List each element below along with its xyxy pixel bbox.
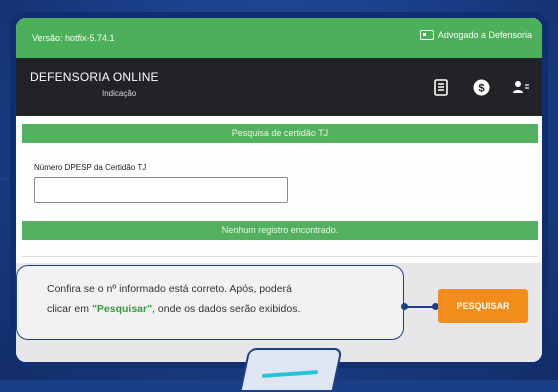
divider: [22, 256, 538, 257]
id-card-icon: [419, 30, 434, 40]
callout-connector-dot-left: [401, 303, 408, 310]
decorative-tab: [239, 348, 343, 392]
certidao-number-input[interactable]: [34, 177, 288, 203]
callout-line-1: Confira se o nº informado está correto. …: [47, 283, 292, 295]
brand-title: DEFENSORIA ONLINE: [30, 70, 159, 84]
svg-text:$: $: [478, 82, 484, 94]
lawyer-defensoria-link[interactable]: Advogado a Defensoria: [419, 30, 532, 40]
navbar: DEFENSORIA ONLINE Indicação $: [16, 58, 542, 116]
section-title-bar: Pesquisa de certidão TJ: [22, 124, 538, 143]
search-button[interactable]: PESQUISAR: [438, 289, 528, 323]
certidao-number-label: Número DPESP da Certidão TJ: [34, 163, 147, 172]
callout-line-2-prefix: clicar em: [47, 303, 92, 315]
callout-line-2-suffix: , onde os dados serão exibidos.: [152, 303, 301, 315]
lawyer-link-label: Advogado a Defensoria: [437, 30, 532, 40]
instruction-callout: Confira se o nº informado está correto. …: [16, 265, 404, 340]
user-switch-icon[interactable]: [512, 78, 530, 96]
version-label: Versão: hotfix-5.74.1: [32, 33, 115, 43]
section-title: Pesquisa de certidão TJ: [231, 128, 329, 138]
result-message: Nenhum registro encontrado.: [221, 225, 339, 235]
callout-line-2: clicar em "Pesquisar", onde os dados ser…: [47, 299, 403, 319]
result-message-bar: Nenhum registro encontrado.: [22, 221, 538, 240]
nav-icons: $: [432, 78, 530, 96]
dollar-icon[interactable]: $: [472, 78, 490, 96]
document-icon[interactable]: [432, 78, 450, 96]
brand-subtitle: Indicação: [102, 89, 137, 98]
callout-highlight: "Pesquisar": [91, 303, 153, 315]
top-bar: Versão: hotfix-5.74.1 Advogado a Defenso…: [16, 18, 542, 58]
